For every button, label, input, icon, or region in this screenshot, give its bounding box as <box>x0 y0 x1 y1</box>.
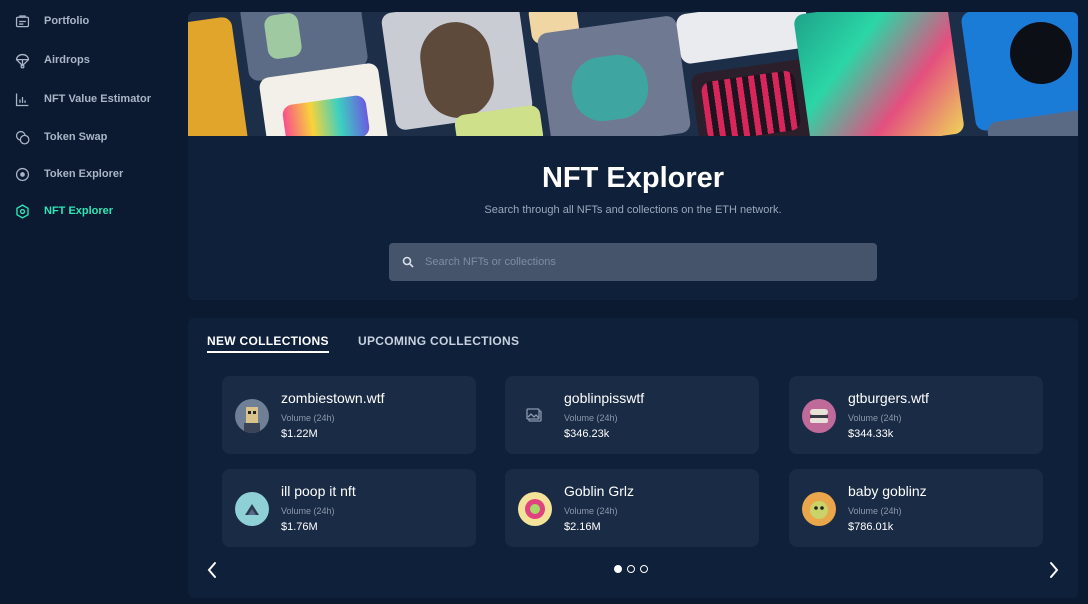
hero-section: NFT Explorer Search through all NFTs and… <box>188 12 1078 300</box>
tab-upcoming-collections[interactable]: UPCOMING COLLECTIONS <box>358 334 519 351</box>
volume-label: Volume (24h) <box>564 413 618 423</box>
collection-card-gtburgers[interactable]: gtburgers.wtf Volume (24h) $344.33k <box>789 376 1043 454</box>
hexagon-icon <box>12 201 32 221</box>
collection-name: baby goblinz <box>848 483 927 499</box>
sidebar: Portfolio Airdrops NFT Value Estimator T… <box>0 0 176 604</box>
page-dot-2[interactable] <box>627 565 635 573</box>
volume-label: Volume (24h) <box>281 413 335 423</box>
collection-name: zombiestown.wtf <box>281 390 385 406</box>
app-root: Portfolio Airdrops NFT Value Estimator T… <box>0 0 1088 604</box>
chart-icon <box>12 89 32 109</box>
collection-name: ill poop it nft <box>281 483 356 499</box>
page-title: NFT Explorer <box>541 162 725 194</box>
search-icon <box>402 256 414 268</box>
volume-label: Volume (24h) <box>848 413 902 423</box>
sidebar-item-nft-value-estimator[interactable]: NFT Value Estimator <box>12 87 172 111</box>
volume-value: $344.33k <box>848 428 894 440</box>
collection-card-ill-poop-it-nft[interactable]: ill poop it nft Volume (24h) $1.76M <box>222 469 476 547</box>
collection-avatar <box>802 399 836 433</box>
parachute-icon <box>12 50 32 70</box>
collection-card-goblinpisswtf[interactable]: goblinpisswtf Volume (24h) $346.23k <box>505 376 759 454</box>
chevron-left-icon[interactable] <box>202 560 222 580</box>
volume-value: $2.16M <box>564 521 601 533</box>
page-dot-1[interactable] <box>614 565 622 573</box>
collection-card-zombiestown[interactable]: zombiestown.wtf Volume (24h) $1.22M <box>222 376 476 454</box>
collection-card-goblin-grlz[interactable]: Goblin Grlz Volume (24h) $2.16M <box>505 469 759 547</box>
collection-avatar <box>235 492 269 526</box>
sidebar-item-nft-explorer[interactable]: NFT Explorer <box>12 199 172 223</box>
volume-label: Volume (24h) <box>281 506 335 516</box>
volume-label: Volume (24h) <box>564 506 618 516</box>
collection-avatar <box>802 492 836 526</box>
collection-name: Goblin Grlz <box>564 483 635 499</box>
carousel-pagination <box>614 565 648 573</box>
volume-value: $786.01k <box>848 521 894 533</box>
collection-avatar <box>518 492 552 526</box>
page-subtitle: Search through all NFTs and collections … <box>484 204 782 216</box>
collection-name: gtburgers.wtf <box>848 390 929 406</box>
collection-card-baby-goblinz[interactable]: baby goblinz Volume (24h) $786.01k <box>789 469 1043 547</box>
tab-new-collections[interactable]: NEW COLLECTIONS <box>207 334 329 353</box>
swap-icon <box>12 127 32 147</box>
collection-name: goblinpisswtf <box>564 390 645 406</box>
sidebar-item-portfolio[interactable]: Portfolio <box>12 9 172 33</box>
volume-value: $1.22M <box>281 428 318 440</box>
compass-icon <box>12 164 32 184</box>
volume-value: $1.76M <box>281 521 318 533</box>
chevron-right-icon[interactable] <box>1044 560 1064 580</box>
collection-avatar <box>235 399 269 433</box>
collections-panel: NEW COLLECTIONS UPCOMING COLLECTIONS <box>188 318 1078 598</box>
portfolio-icon <box>12 11 32 31</box>
image-placeholder-icon <box>518 399 552 433</box>
sidebar-item-token-explorer[interactable]: Token Explorer <box>12 162 172 186</box>
page-dot-3[interactable] <box>640 565 648 573</box>
volume-value: $346.23k <box>564 428 610 440</box>
nft-collage-banner <box>188 12 1078 136</box>
sidebar-item-token-swap[interactable]: Token Swap <box>12 125 172 149</box>
search-input[interactable] <box>389 243 877 281</box>
sidebar-item-airdrops[interactable]: Airdrops <box>12 48 172 72</box>
volume-label: Volume (24h) <box>848 506 902 516</box>
